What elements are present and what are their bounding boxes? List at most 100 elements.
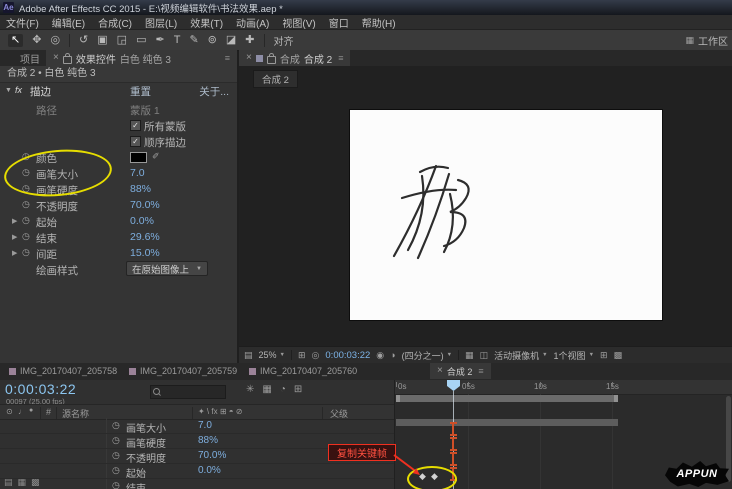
stopwatch-icon[interactable]: ◷ <box>22 216 30 225</box>
menu-item-animation[interactable]: 动画(A) <box>236 15 269 30</box>
transparency-grid-icon[interactable]: ◫ <box>480 350 489 360</box>
menu-item-help[interactable]: 帮助(H) <box>362 15 396 30</box>
expand-layers-icon[interactable]: ▤ <box>4 477 13 488</box>
fx-badge-icon[interactable]: fx <box>15 85 22 95</box>
draft-3d-icon[interactable]: ▦ <box>262 384 271 395</box>
tab-comp-2-timeline[interactable]: × 合成 2 ≡ <box>430 363 491 379</box>
property-value[interactable]: 70.0% <box>198 450 226 461</box>
timeline-search-box[interactable] <box>150 385 226 399</box>
search-input[interactable] <box>163 386 225 398</box>
tab-effect-controls[interactable]: × 效果控件 白色 纯色 3 ≡ <box>46 50 237 66</box>
panel-menu-icon[interactable]: ≡ <box>225 53 230 63</box>
panel-menu-icon[interactable]: ≡ <box>478 366 483 376</box>
eraser-tool-icon[interactable]: ◪ <box>226 34 236 46</box>
disclosure-right-icon[interactable]: ▶ <box>12 218 17 225</box>
property-value[interactable]: 88% <box>198 435 218 446</box>
paint-style-dropdown[interactable]: 在原始图像上 ▼ <box>126 261 208 276</box>
tab-img-205758[interactable]: IMG_20170407_205758 <box>2 363 132 379</box>
param-value[interactable]: 0.0% <box>130 215 154 227</box>
property-value[interactable]: 0.0% <box>198 465 221 476</box>
graph-editor-icon[interactable]: ⊞ <box>294 384 302 395</box>
stopwatch-icon[interactable]: ◷ <box>112 436 120 445</box>
brush-tool-icon[interactable]: ✎ <box>189 34 198 46</box>
disclosure-right-icon[interactable]: ▶ <box>12 250 17 257</box>
stopwatch-icon[interactable]: ◷ <box>112 481 120 489</box>
shape-tool-icon[interactable]: ▭ <box>136 34 146 46</box>
menu-item-layer[interactable]: 图层(L) <box>145 15 177 30</box>
close-icon[interactable]: × <box>437 366 443 376</box>
snap-align-label[interactable]: 对齐 <box>274 33 294 48</box>
comp-current-time[interactable]: 0:00:03:22 <box>325 350 370 361</box>
grid-options-icon[interactable]: ⊞ <box>298 350 306 360</box>
disclosure-icon[interactable]: ▼ <box>5 87 12 94</box>
menu-item-view[interactable]: 视图(V) <box>282 15 315 30</box>
keyframe-marker[interactable] <box>450 452 457 466</box>
stopwatch-icon[interactable]: ◷ <box>22 248 30 257</box>
menu-item-effect[interactable]: 效果(T) <box>190 15 223 30</box>
clone-stamp-tool-icon[interactable]: ⊚ <box>208 34 217 46</box>
stopwatch-icon[interactable]: ◷ <box>112 466 120 475</box>
menu-item-composition[interactable]: 合成(C) <box>98 15 132 30</box>
comp-nav-badge[interactable]: 合成 2 <box>253 70 298 88</box>
camera-menu[interactable]: 活动摄像机 <box>494 349 539 362</box>
stopwatch-icon[interactable]: ◷ <box>112 421 120 430</box>
timeline-row-brush-size[interactable]: ◷ 画笔大小 7.0 <box>0 418 394 435</box>
region-of-interest-icon[interactable]: ◎ <box>312 350 320 360</box>
layer-duration-bar[interactable] <box>396 419 618 426</box>
snapshot-icon[interactable]: ◉ <box>376 350 384 360</box>
stopwatch-icon[interactable]: ◷ <box>22 232 30 241</box>
keyframe-marker[interactable] <box>450 422 457 436</box>
workspace-switcher[interactable]: 工作区 <box>698 33 728 48</box>
timeline-row-end[interactable]: ◷ 结束 <box>0 478 394 489</box>
close-icon[interactable]: × <box>246 53 252 63</box>
param-value[interactable]: 88% <box>130 183 151 195</box>
close-icon[interactable]: × <box>53 53 59 63</box>
stopwatch-icon[interactable]: ◷ <box>22 200 30 209</box>
property-value[interactable]: 7.0 <box>198 420 212 431</box>
comp-mini-flowchart-icon[interactable]: ✳ <box>246 384 254 395</box>
param-value[interactable]: 29.6% <box>130 231 160 243</box>
menu-item-file[interactable]: 文件(F) <box>6 15 39 30</box>
motion-blur-icon[interactable]: ◔ <box>280 384 286 395</box>
tab-composition[interactable]: × 合成 合成 2 ≡ <box>239 50 351 66</box>
param-value[interactable]: 15.0% <box>130 247 160 259</box>
menu-item-edit[interactable]: 编辑(E) <box>52 15 85 30</box>
pixel-aspect-icon[interactable]: ⊞ <box>600 350 608 360</box>
puppet-pin-tool-icon[interactable]: ✚ <box>245 34 254 46</box>
text-tool-icon[interactable]: T <box>174 34 181 46</box>
hand-tool-icon[interactable]: ✥ <box>32 34 41 46</box>
time-ruler[interactable]: 0s 05s 10s 15s <box>395 380 732 395</box>
comp-canvas[interactable] <box>350 110 662 320</box>
zoom-tool-icon[interactable]: ◎ <box>50 34 60 46</box>
stroke-sequentially-checkbox[interactable]: ✓ <box>130 136 141 147</box>
pan-behind-tool-icon[interactable]: ◲ <box>117 34 127 46</box>
color-swatch[interactable] <box>130 152 147 163</box>
magnification-menu[interactable]: 25% <box>259 350 277 360</box>
resolution-menu[interactable]: (四分之一) <box>402 349 444 362</box>
frame-blend-toggle-icon[interactable]: ▦ <box>18 477 27 488</box>
tab-img-205759[interactable]: IMG_20170407_205759 <box>122 363 252 379</box>
rotation-tool-icon[interactable]: ↺ <box>79 34 88 46</box>
menu-item-window[interactable]: 窗口 <box>329 15 349 30</box>
stopwatch-icon[interactable]: ◷ <box>112 451 120 460</box>
current-time-display[interactable]: 0:00:03:22 <box>5 381 76 397</box>
selection-tool-icon[interactable]: ↖ <box>8 33 24 47</box>
zoom-fit-icon[interactable]: ▤ <box>244 350 253 360</box>
view-layout-menu[interactable]: 1个视图 <box>554 349 586 362</box>
eyedropper-icon[interactable]: ✐ <box>152 151 160 162</box>
panel-menu-icon[interactable]: ≡ <box>338 53 343 63</box>
timeline-button-icon[interactable]: ▩ <box>614 350 623 360</box>
tab-img-205760[interactable]: IMG_20170407_205760 <box>242 363 372 379</box>
work-area-bar[interactable] <box>396 395 618 402</box>
param-value[interactable]: 70.0% <box>130 199 160 211</box>
about-button[interactable]: 关于... <box>199 84 229 99</box>
timeline-row-start[interactable]: ◷ 起始 0.0% <box>0 463 394 480</box>
all-masks-checkbox[interactable]: ✓ <box>130 120 141 131</box>
graph-toggle-icon[interactable]: ▩ <box>31 477 40 488</box>
keyframe-marker[interactable] <box>450 437 457 451</box>
disclosure-right-icon[interactable]: ▶ <box>12 234 17 241</box>
fast-previews-icon[interactable]: ▦ <box>465 350 474 360</box>
param-value[interactable]: 7.0 <box>130 167 145 179</box>
show-channels-icon[interactable]: ◑ <box>390 350 395 360</box>
reset-button[interactable]: 重置 <box>130 84 151 99</box>
